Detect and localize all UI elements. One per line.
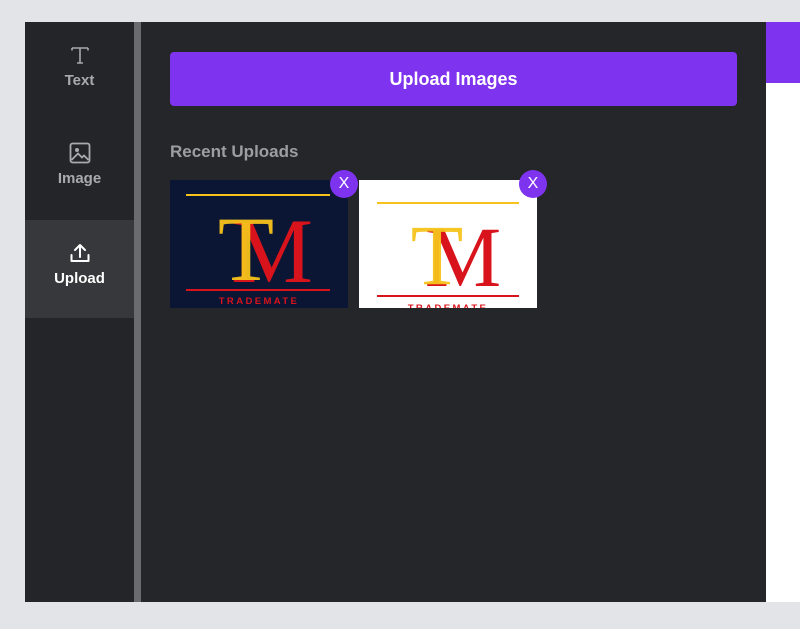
remove-upload-button[interactable]: X	[519, 170, 547, 198]
sidebar-item-text[interactable]: Text	[25, 22, 134, 120]
sidebar-rail: Text Image Upload	[25, 22, 134, 602]
svg-text:TRADEMATE: TRADEMATE	[219, 296, 300, 307]
upload-panel: Upload Images Recent Uploads M T TRADEMA…	[141, 22, 766, 602]
sidebar-item-label: Text	[64, 72, 95, 89]
trademate-logo-image: M T TRADEMATE	[170, 180, 348, 308]
sidebar-item-label: Upload	[54, 270, 105, 287]
text-icon	[69, 42, 91, 68]
svg-text:TRADEMATE: TRADEMATE	[408, 303, 489, 308]
upload-images-button[interactable]: Upload Images	[170, 52, 737, 106]
upload-icon	[69, 240, 91, 266]
image-icon	[69, 140, 91, 166]
design-canvas[interactable]	[766, 22, 800, 602]
panel-resize-handle[interactable]	[134, 22, 141, 602]
upload-thumbnail[interactable]: M T TRADEMATE	[170, 180, 348, 308]
canvas-header-bar	[766, 22, 800, 83]
svg-text:T: T	[218, 198, 274, 300]
sidebar-item-image[interactable]: Image	[25, 120, 134, 218]
editor-app: Text Image Upload Upload Images Recent U…	[25, 22, 800, 602]
recent-uploads-title: Recent Uploads	[170, 142, 299, 161]
remove-upload-button[interactable]: X	[330, 170, 358, 198]
sidebar-item-label: Image	[57, 170, 102, 187]
svg-text:T: T	[411, 207, 464, 303]
trademate-logo-image: M T TRADEMATE	[359, 180, 537, 308]
upload-thumbnail[interactable]: M T TRADEMATE	[359, 180, 537, 308]
sidebar-item-upload[interactable]: Upload	[25, 220, 134, 318]
